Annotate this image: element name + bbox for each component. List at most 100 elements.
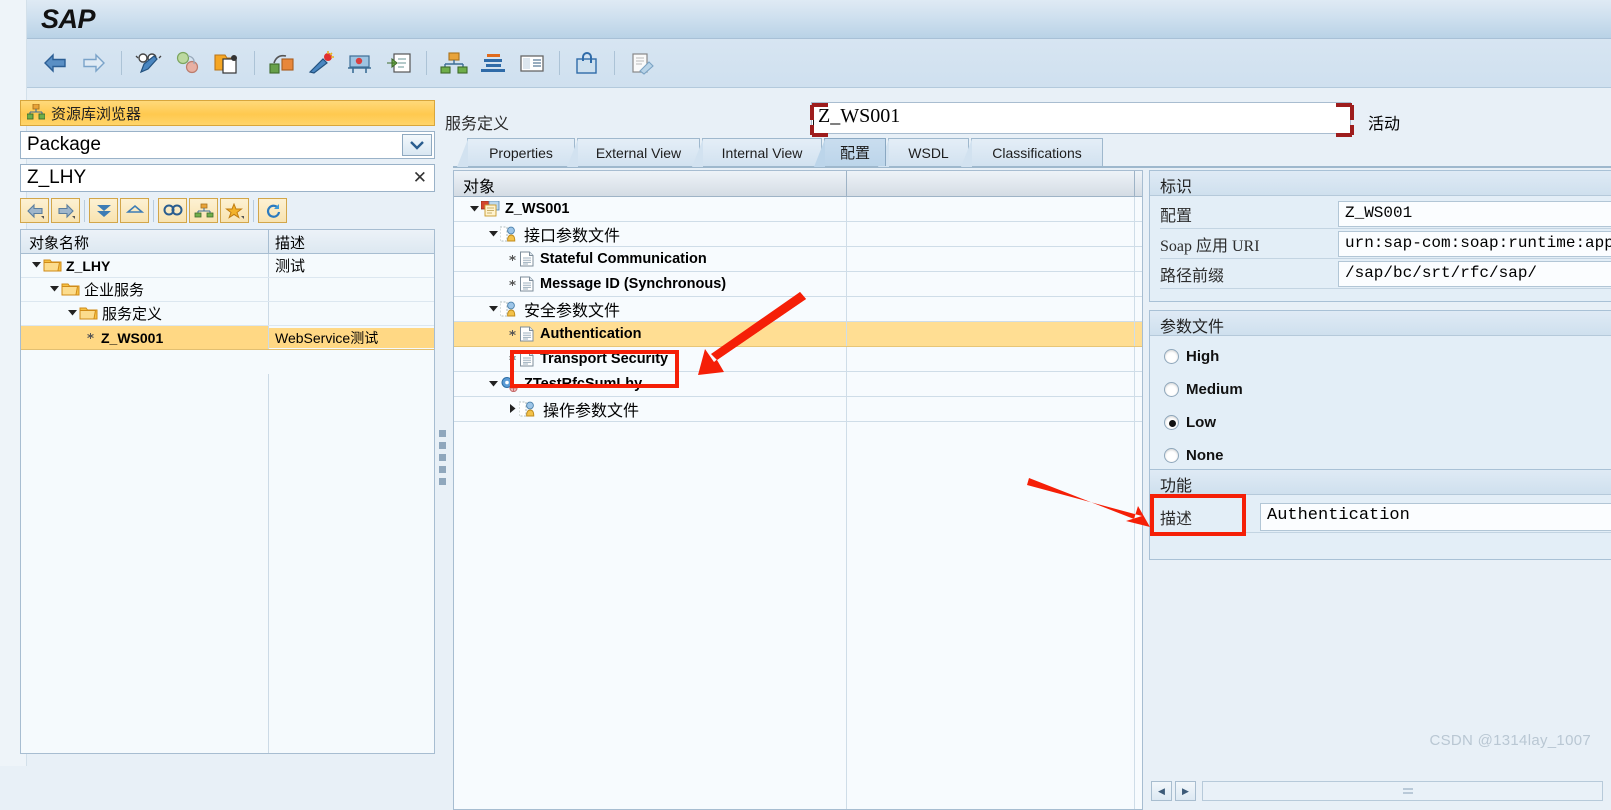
collapse-all-icon[interactable] bbox=[120, 198, 149, 223]
configuration-tree-empty-area bbox=[454, 422, 1142, 809]
expand-toggle-down-icon[interactable] bbox=[65, 307, 79, 320]
close-icon[interactable]: ✕ bbox=[413, 168, 427, 188]
configuration-tree-row[interactable]: Stateful Communication bbox=[454, 247, 1142, 272]
find-icon[interactable] bbox=[158, 198, 187, 223]
configuration-tree-row[interactable]: ZTestRfcSumLhy bbox=[454, 372, 1142, 397]
text-caret bbox=[813, 105, 814, 129]
tab-properties[interactable]: Properties bbox=[457, 138, 575, 167]
service-name-input[interactable]: Z_WS001 bbox=[811, 102, 1351, 134]
clipboard-icon[interactable] bbox=[569, 44, 605, 82]
expand-toggle-right-icon[interactable] bbox=[505, 403, 519, 416]
back-icon[interactable] bbox=[37, 44, 73, 82]
folder-icon bbox=[43, 258, 62, 273]
list-icon[interactable] bbox=[514, 44, 550, 82]
package-filter-input[interactable]: Z_LHY ✕ bbox=[20, 164, 435, 192]
configuration-tree-row[interactable]: 接口参数文件 bbox=[454, 222, 1142, 247]
identification-field-row: Soap 应用 URI urn:sap-com:soap:runtime:appl… bbox=[1160, 229, 1611, 259]
repository-tree-row[interactable]: Z_WS001 WebService测试 bbox=[21, 326, 434, 350]
radio-button[interactable] bbox=[1164, 448, 1179, 463]
service-status-label: 活动 bbox=[1368, 116, 1401, 133]
nav-forward-icon[interactable] bbox=[51, 198, 80, 223]
package-filter-value: Z_LHY bbox=[27, 167, 87, 188]
identification-field-value[interactable]: /sap/bc/srt/rfc/sap/ bbox=[1338, 260, 1611, 287]
identification-field-label: 配置 bbox=[1160, 207, 1193, 225]
edit-note-icon[interactable] bbox=[624, 44, 660, 82]
identification-field-value[interactable]: urn:sap-com:soap:runtime:application:def… bbox=[1338, 230, 1611, 257]
sap-logo: SAP bbox=[41, 4, 96, 34]
refresh-icon[interactable] bbox=[258, 198, 287, 223]
tab-internal-view[interactable]: Internal View bbox=[692, 138, 822, 167]
repository-tree-row[interactable]: Z_LHY 测试 bbox=[21, 254, 434, 278]
repository-tree-row[interactable]: 服务定义 bbox=[21, 302, 434, 326]
configuration-tree-row[interactable]: 安全参数文件 bbox=[454, 297, 1142, 322]
package-selector[interactable]: Package bbox=[20, 131, 435, 159]
test-icon[interactable] bbox=[303, 44, 339, 82]
identification-field-label: 路径前缀 bbox=[1160, 267, 1225, 285]
tab-strip: Properties External View Internal View 配置 WS… bbox=[453, 138, 1611, 168]
configuration-tree-row-label: 操作参数文件 bbox=[543, 403, 640, 420]
configuration-tree-row-label: 安全参数文件 bbox=[524, 303, 621, 320]
feature-field-value[interactable]: Authentication bbox=[1260, 502, 1611, 531]
expand-all-icon[interactable] bbox=[89, 198, 118, 223]
repository-browser-title: 资源库浏览器 bbox=[51, 106, 142, 123]
configuration-tree-row[interactable]: Z_WS001 bbox=[454, 197, 1142, 222]
hierarchy-icon[interactable] bbox=[436, 44, 472, 82]
identification-field-value[interactable]: Z_WS001 bbox=[1338, 200, 1611, 227]
chevron-down-icon[interactable] bbox=[402, 134, 432, 156]
configuration-tree-row-content: 安全参数文件 bbox=[454, 297, 847, 321]
profile-option-none[interactable]: None bbox=[1150, 439, 1611, 472]
tab-external-view[interactable]: External View bbox=[567, 138, 700, 167]
toolbar-separator bbox=[426, 51, 427, 75]
details-horizontal-scrollbar[interactable]: ◀ ▶ bbox=[1151, 780, 1603, 802]
configuration-tree-row[interactable]: Authentication bbox=[454, 322, 1142, 347]
doc-icon bbox=[519, 326, 535, 342]
configuration-tree-row[interactable]: Transport Security bbox=[454, 347, 1142, 372]
favorites-icon[interactable] bbox=[220, 198, 249, 223]
toolbar-separator bbox=[559, 51, 560, 75]
profile-option-low[interactable]: Low bbox=[1150, 406, 1611, 439]
tab-配置[interactable]: 配置 bbox=[814, 138, 886, 167]
configuration-tree-row-content: Z_WS001 bbox=[454, 197, 847, 221]
scroll-track[interactable] bbox=[1202, 781, 1603, 801]
expand-toggle-down-icon[interactable] bbox=[486, 228, 500, 241]
triangle-right-icon[interactable]: ▶ bbox=[1175, 781, 1196, 801]
other-object-icon[interactable] bbox=[209, 44, 245, 82]
expand-toggle-down-icon[interactable] bbox=[29, 259, 43, 272]
expand-toggle-down-icon[interactable] bbox=[486, 378, 500, 391]
profile-option-label: None bbox=[1186, 447, 1224, 464]
generate-icon[interactable] bbox=[381, 44, 417, 82]
feature-title: 功能 bbox=[1150, 470, 1611, 495]
expand-toggle-down-icon[interactable] bbox=[486, 303, 500, 316]
triangle-left-icon[interactable]: ◀ bbox=[1151, 781, 1172, 801]
column-header-object: 对象 bbox=[454, 171, 847, 196]
radio-button[interactable] bbox=[1164, 415, 1179, 430]
expand-toggle-down-icon[interactable] bbox=[467, 203, 481, 216]
configuration-tree-row[interactable]: Message ID (Synchronous) bbox=[454, 272, 1142, 297]
repository-browser-panel: 资源库浏览器 Package Z_LHY ✕ 对象名称 描述 Z_LHY 测试 … bbox=[20, 100, 446, 754]
where-used-icon[interactable] bbox=[342, 44, 378, 82]
activate-icon[interactable] bbox=[170, 44, 206, 82]
radio-button[interactable] bbox=[1164, 349, 1179, 364]
tab-wsdl[interactable]: WSDL bbox=[878, 138, 969, 167]
stack-icon[interactable] bbox=[475, 44, 511, 82]
nav-back-icon[interactable] bbox=[20, 198, 49, 223]
configuration-tree-row-label: Transport Security bbox=[540, 351, 669, 367]
object-list-icon[interactable] bbox=[189, 198, 218, 223]
check-icon[interactable] bbox=[264, 44, 300, 82]
forward-icon[interactable] bbox=[76, 44, 112, 82]
tab-classifications[interactable]: Classifications bbox=[961, 138, 1103, 167]
repository-browser-header: 资源库浏览器 bbox=[20, 100, 435, 126]
repository-tree-row[interactable]: 企业服务 bbox=[21, 278, 434, 302]
display-change-icon[interactable] bbox=[131, 44, 167, 82]
doc-icon bbox=[519, 351, 535, 367]
configuration-tree-row-content: Message ID (Synchronous) bbox=[454, 272, 847, 296]
expand-toggle-down-icon[interactable] bbox=[47, 283, 61, 296]
profile-option-high[interactable]: High bbox=[1150, 340, 1611, 373]
radio-button[interactable] bbox=[1164, 382, 1179, 397]
configuration-tree-row[interactable]: 操作参数文件 bbox=[454, 397, 1142, 422]
scroll-thumb-grip[interactable] bbox=[1402, 788, 1413, 796]
title-bar: SAP bbox=[27, 0, 1611, 39]
configuration-tree-row-col2 bbox=[847, 347, 1135, 371]
configuration-tree-row-col2 bbox=[847, 297, 1135, 321]
profile-option-medium[interactable]: Medium bbox=[1150, 373, 1611, 406]
